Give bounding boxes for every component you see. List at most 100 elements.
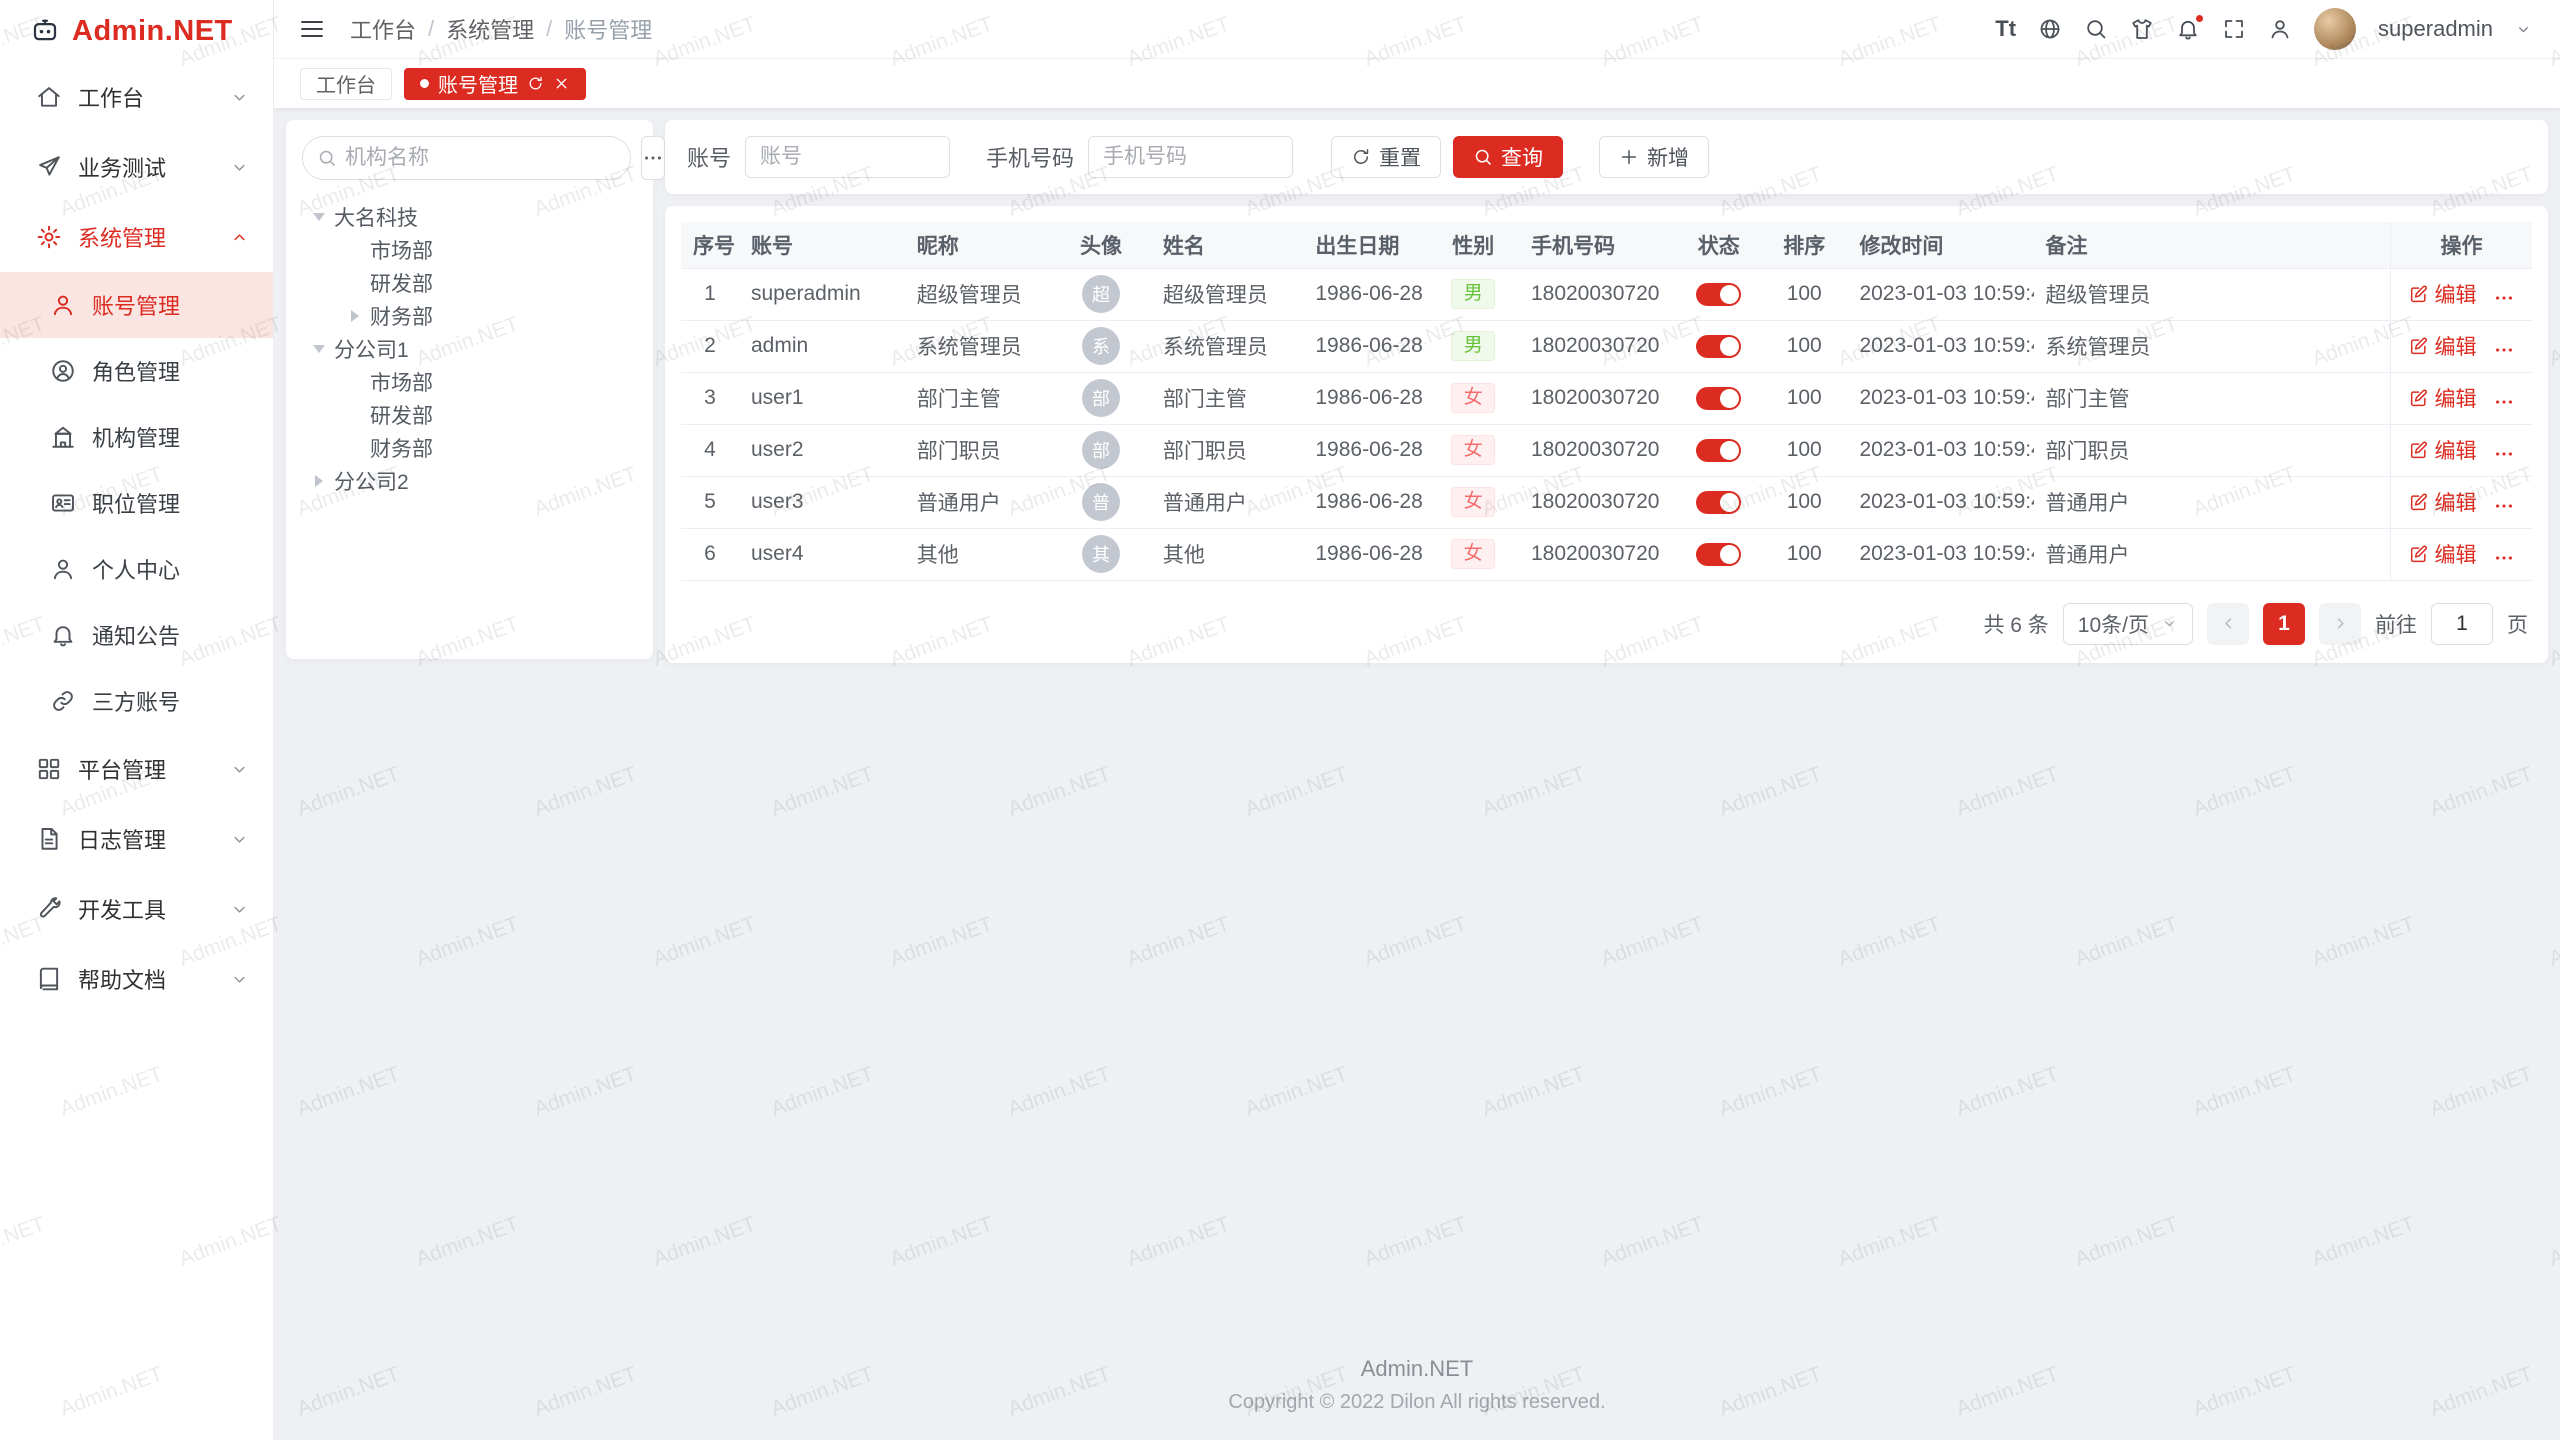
menu-collapse-icon[interactable] [298, 15, 326, 43]
sidebar-item-dev-tools[interactable]: 开发工具 [0, 874, 273, 944]
more-actions-button[interactable] [2493, 339, 2515, 361]
sidebar: Admin.NET 工作台业务测试系统管理账号管理角色管理机构管理职位管理个人中… [0, 0, 274, 1440]
username[interactable]: superadmin [2378, 16, 2493, 42]
theme-skin-icon[interactable] [2130, 17, 2154, 41]
column-header: 修改时间 [1847, 222, 2033, 268]
caret-right-icon[interactable] [342, 303, 368, 329]
query-button[interactable]: 查询 [1453, 136, 1563, 178]
tree-node[interactable]: 财务部 [302, 299, 637, 332]
edit-button[interactable]: 编辑 [2409, 279, 2477, 309]
cell-nickname: 部门职员 [905, 424, 1051, 476]
close-icon[interactable] [553, 75, 570, 92]
goto-page-input[interactable] [2431, 603, 2493, 645]
sidebar-item-account-manage[interactable]: 账号管理 [0, 272, 273, 338]
cell-modified: 2023-01-03 10:59:44 [1847, 528, 2033, 580]
layout-row: 大名科技市场部研发部财务部分公司1市场部研发部财务部分公司2 账号 手机号码 [286, 120, 2548, 663]
sidebar-item-org-manage[interactable]: 机构管理 [0, 404, 273, 470]
grid-icon [36, 756, 62, 782]
caret-down-icon[interactable] [306, 204, 332, 230]
org-search-input[interactable] [345, 146, 616, 170]
sidebar-item-log-manage[interactable]: 日志管理 [0, 804, 273, 874]
more-actions-button[interactable] [2493, 391, 2515, 413]
edit-icon [2409, 440, 2429, 460]
edit-button[interactable]: 编辑 [2409, 487, 2477, 517]
sidebar-item-workbench[interactable]: 工作台 [0, 62, 273, 132]
cell-sort: 100 [1761, 372, 1847, 424]
edit-button[interactable]: 编辑 [2409, 539, 2477, 569]
status-toggle[interactable] [1696, 439, 1741, 462]
phone-input[interactable] [1088, 136, 1293, 178]
page-size-select[interactable]: 10条/页 [2063, 603, 2193, 645]
tree-node[interactable]: 市场部 [302, 365, 637, 398]
sidebar-item-help-docs[interactable]: 帮助文档 [0, 944, 273, 1014]
table-row: 5user3普通用户普普通用户1986-06-28女18020030720100… [681, 476, 2532, 528]
tree-node[interactable]: 市场部 [302, 233, 637, 266]
sidebar-item-post-manage[interactable]: 职位管理 [0, 470, 273, 536]
edit-button[interactable]: 编辑 [2409, 383, 2477, 413]
more-actions-button[interactable] [2493, 547, 2515, 569]
table-header-row: 序号账号昵称头像姓名出生日期性别手机号码状态排序修改时间备注操作 [681, 222, 2532, 268]
notification-icon[interactable] [2176, 17, 2200, 41]
tree-node[interactable]: 大名科技 [302, 200, 637, 233]
add-button[interactable]: 新增 [1599, 136, 1709, 178]
cell-status [1677, 320, 1761, 372]
search-icon[interactable] [2084, 17, 2108, 41]
edit-button[interactable]: 编辑 [2409, 331, 2477, 361]
sidebar-item-third-account[interactable]: 三方账号 [0, 668, 273, 734]
tree-node[interactable]: 分公司2 [302, 464, 637, 497]
language-icon[interactable] [2038, 17, 2062, 41]
table-row: 1superadmin超级管理员超超级管理员1986-06-28男1802003… [681, 268, 2532, 320]
caret-down-icon[interactable] [306, 336, 332, 362]
table-body: 1superadmin超级管理员超超级管理员1986-06-28男1802003… [681, 268, 2532, 580]
sidebar-item-business-test[interactable]: 业务测试 [0, 132, 273, 202]
table-row: 3user1部门主管部部门主管1986-06-28女18020030720100… [681, 372, 2532, 424]
next-page-button[interactable] [2319, 603, 2361, 645]
breadcrumb-item[interactable]: 账号管理 [564, 13, 652, 45]
sidebar-item-system-manage[interactable]: 系统管理 [0, 202, 273, 272]
caret-right-icon[interactable] [306, 468, 332, 494]
status-toggle[interactable] [1696, 491, 1741, 514]
more-actions-button[interactable] [2493, 287, 2515, 309]
page-number-1[interactable]: 1 [2263, 603, 2305, 645]
status-toggle[interactable] [1696, 543, 1741, 566]
user-setting-icon[interactable] [2268, 17, 2292, 41]
tab-workbench[interactable]: 工作台 [300, 68, 392, 100]
cell-status [1677, 528, 1761, 580]
more-actions-button[interactable] [2493, 495, 2515, 517]
cell-sort: 100 [1761, 268, 1847, 320]
column-header: 排序 [1761, 222, 1847, 268]
account-input[interactable] [745, 136, 950, 178]
column-header: 操作 [2391, 222, 2532, 268]
breadcrumb-item[interactable]: 系统管理 [446, 13, 534, 45]
breadcrumb-item[interactable]: 工作台 [350, 13, 416, 45]
status-toggle[interactable] [1696, 335, 1741, 358]
sidebar-item-role-manage[interactable]: 角色管理 [0, 338, 273, 404]
tree-node[interactable]: 研发部 [302, 266, 637, 299]
org-more-button[interactable] [641, 136, 665, 180]
font-size-icon[interactable]: Tt [1995, 16, 2016, 42]
tree-node[interactable]: 财务部 [302, 431, 637, 464]
fullscreen-icon[interactable] [2222, 17, 2246, 41]
cell-account: user1 [739, 372, 905, 424]
prev-page-button[interactable] [2207, 603, 2249, 645]
refresh-icon[interactable] [527, 75, 544, 92]
account-table-card: 序号账号昵称头像姓名出生日期性别手机号码状态排序修改时间备注操作 1supera… [665, 206, 2548, 663]
status-toggle[interactable] [1696, 283, 1741, 306]
tree-node[interactable]: 分公司1 [302, 332, 637, 365]
app-logo[interactable]: Admin.NET [0, 0, 273, 62]
reset-button[interactable]: 重置 [1331, 136, 1441, 178]
sidebar-item-platform-manage[interactable]: 平台管理 [0, 734, 273, 804]
right-column: 账号 手机号码 重置 [665, 120, 2548, 663]
cell-birth: 1986-06-28 [1303, 372, 1427, 424]
user-avatar[interactable] [2314, 8, 2356, 50]
sidebar-item-personal-center[interactable]: 个人中心 [0, 536, 273, 602]
tab-account-manage[interactable]: 账号管理 [404, 68, 586, 100]
status-toggle[interactable] [1696, 387, 1741, 410]
sidebar-item-notice[interactable]: 通知公告 [0, 602, 273, 668]
edit-button[interactable]: 编辑 [2409, 435, 2477, 465]
tree-node[interactable]: 研发部 [302, 398, 637, 431]
cell-phone: 18020030720 [1519, 268, 1677, 320]
org-search-row [302, 136, 637, 180]
more-actions-button[interactable] [2493, 443, 2515, 465]
cell-account: admin [739, 320, 905, 372]
